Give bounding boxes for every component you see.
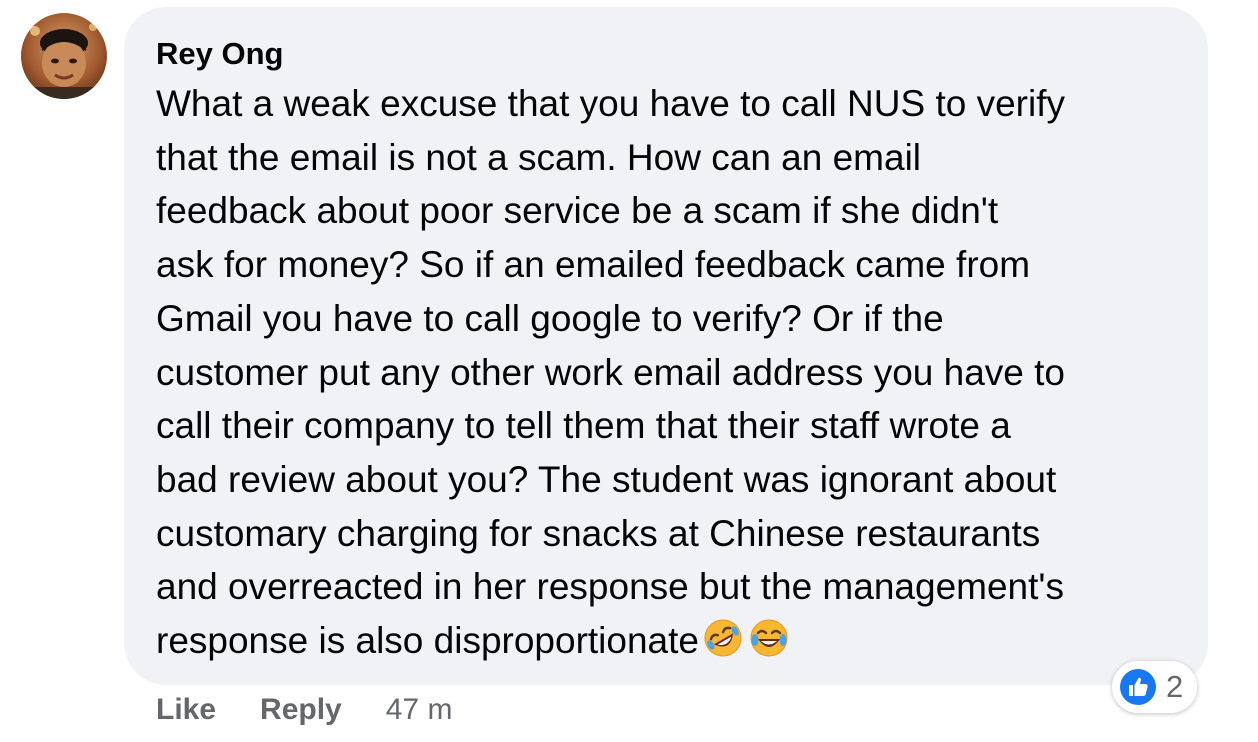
reply-button[interactable]: Reply xyxy=(260,693,342,727)
comment: Rey Ong What a weak excuse that you have… xyxy=(0,0,1258,742)
comment-line: bad review about you? The student was ig… xyxy=(156,458,1057,500)
comment-line: and overreacted in her response but the … xyxy=(156,566,1064,608)
comment-bubble: Rey Ong What a weak excuse that you have… xyxy=(124,7,1208,685)
comment-line: that the email is not a scam. How can an… xyxy=(156,136,922,178)
thumbs-up-icon xyxy=(1120,669,1156,705)
reaction-count: 2 xyxy=(1166,669,1184,704)
comment-line-last: response is also disproportionate xyxy=(156,614,1178,668)
comment-text: What a weak excuse that you have to call… xyxy=(156,77,1178,668)
comment-line: Gmail you have to call google to verify?… xyxy=(156,297,944,339)
comment-timestamp[interactable]: 47 m xyxy=(386,693,453,727)
user-avatar[interactable] xyxy=(21,13,107,99)
comment-line: What a weak excuse that you have to call… xyxy=(156,83,1065,124)
comment-line: feedback about poor service be a scam if… xyxy=(156,190,999,232)
comment-actions: Like Reply 47 m xyxy=(156,688,452,732)
comment-line: customary charging for snacks at Chinese… xyxy=(156,512,1041,554)
comment-line: call their company to tell them that the… xyxy=(156,405,1011,447)
face-with-tears-of-joy-emoji xyxy=(750,619,788,657)
comment-line: customer put any other work email addres… xyxy=(156,351,1066,393)
rolling-on-floor-laughing-emoji xyxy=(704,619,742,657)
comment-author[interactable]: Rey Ong xyxy=(156,35,1178,73)
like-button[interactable]: Like xyxy=(156,693,216,727)
avatar-image xyxy=(21,13,107,99)
comment-line: ask for money? So if an emailed feedback… xyxy=(156,244,1031,286)
comment-line: response is also disproportionate xyxy=(156,620,699,662)
reaction-summary[interactable]: 2 xyxy=(1112,661,1198,713)
